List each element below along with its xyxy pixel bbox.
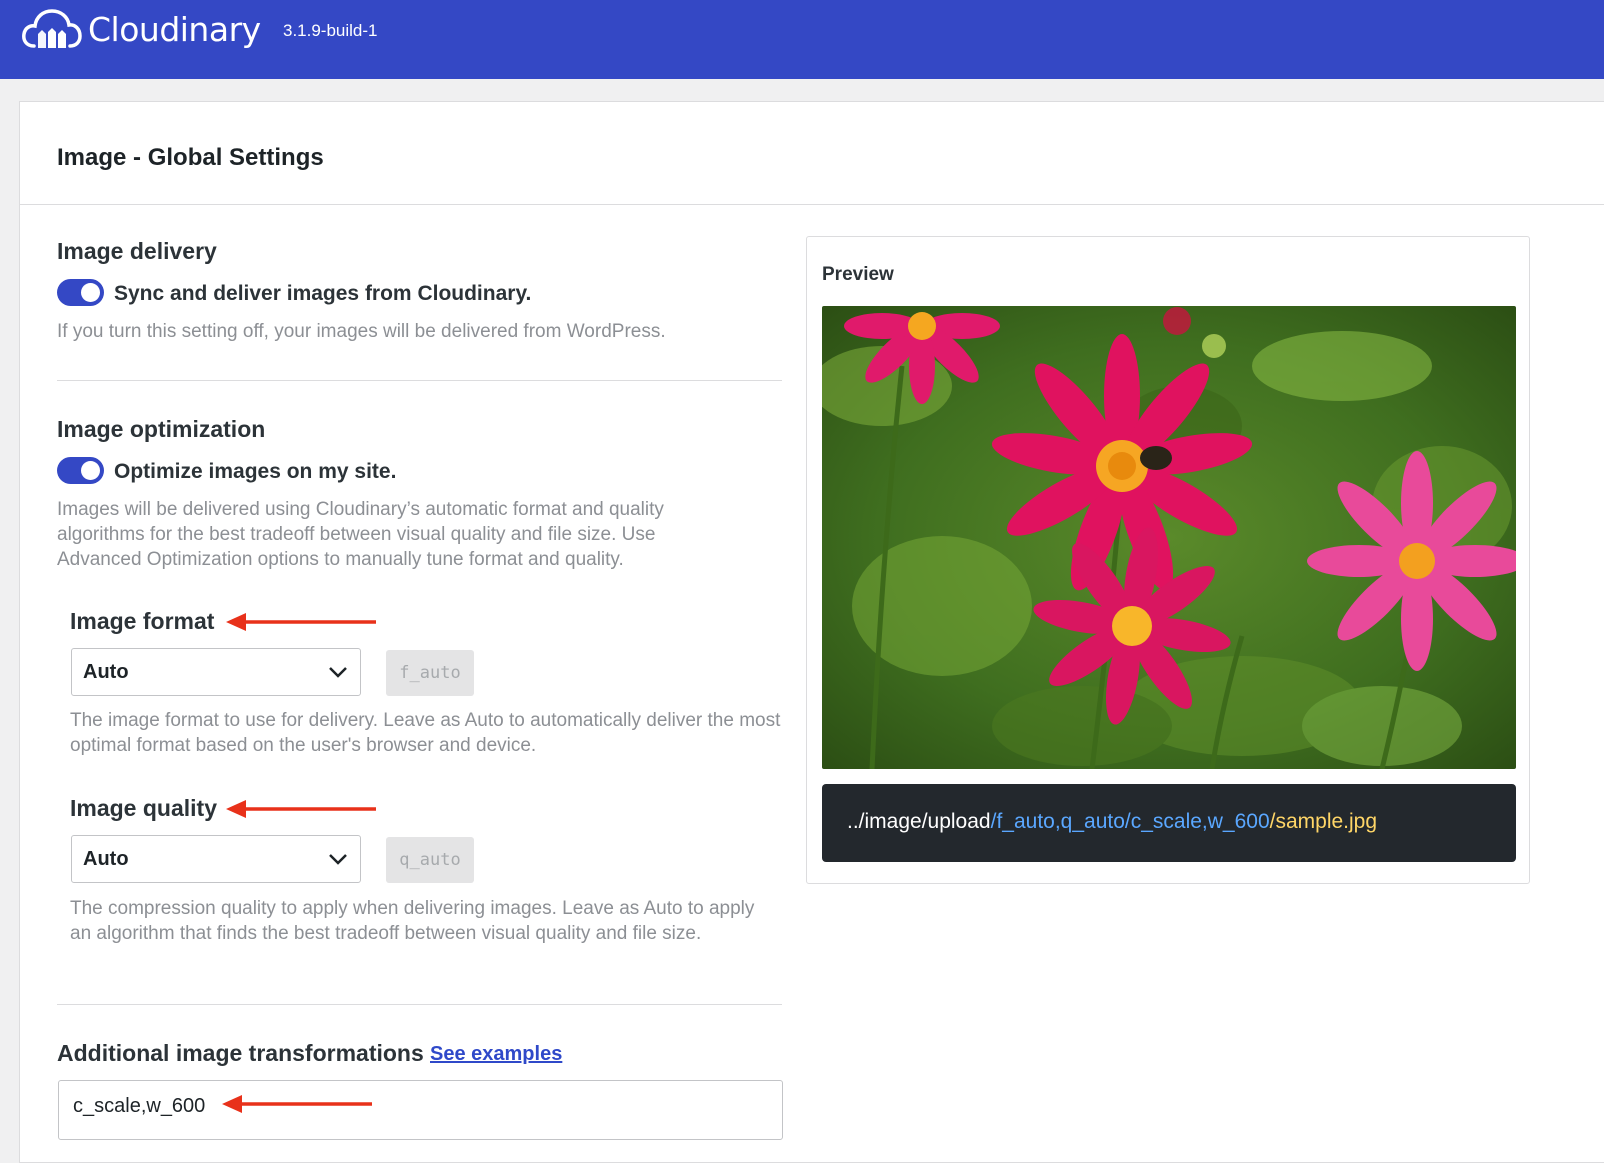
image-optimization-heading: Image optimization [57,416,266,442]
image-delivery-heading: Image delivery [57,238,217,264]
annotation-arrow-icon [226,613,376,631]
image-format-select[interactable]: Auto [71,648,361,696]
additional-transformations-heading: Additional image transformations [57,1040,424,1066]
toggle-knob [81,283,100,302]
image-delivery-toggle[interactable] [57,279,104,306]
toggle-knob [81,461,100,480]
url-filename: /sample.jpg [1269,810,1378,833]
page-title: Image - Global Settings [57,144,324,171]
image-format-description: The image format to use for delivery. Le… [70,710,781,756]
settings-card: Image - Global Settings Image delivery S… [19,101,1604,1163]
image-format-selected: Auto [83,661,129,683]
section-divider [57,380,782,381]
preview-title: Preview [822,264,894,285]
see-examples-link[interactable]: See examples [430,1043,562,1066]
image-optimization-toggle[interactable] [57,457,104,484]
brand-logo: Cloudinary [22,6,261,50]
cloud-logo-icon [22,9,82,48]
additional-transformations-value: c_scale,w_600 [73,1095,206,1117]
flower-photo [822,306,1516,769]
image-optimization-toggle-label: Optimize images on my site. [114,460,397,483]
additional-transformations-input[interactable]: c_scale,w_600 [58,1080,783,1140]
annotation-arrow-icon [222,1095,372,1113]
image-delivery-description: If you turn this setting off, your image… [57,321,666,342]
image-quality-heading: Image quality [70,795,217,821]
image-quality-selected: Auto [83,848,129,870]
chevron-down-icon [329,854,347,865]
url-base: ../image/upload [847,810,991,833]
preview-url: ../image/upload/f_auto,q_auto/c_scale,w_… [847,810,1377,834]
url-transformations: /f_auto,q_auto/c_scale,w_600 [990,810,1270,833]
preview-panel: Preview ../image/upload/f_auto,q_auto/c_… [806,236,1530,884]
section-divider [57,1004,782,1005]
image-format-heading: Image format [70,608,215,634]
image-quality-select[interactable]: Auto [71,835,361,883]
top-bar: Cloudinary 3.1.9-build-1 [0,0,1604,79]
brand-name: Cloudinary [88,10,261,49]
version-label: 3.1.9-build-1 [283,21,378,40]
image-quality-code: q_auto [386,837,474,883]
image-quality-description: The compression quality to apply when de… [70,898,755,944]
chevron-down-icon [329,667,347,678]
image-delivery-toggle-label: Sync and deliver images from Cloudinary. [114,282,532,305]
card-header: Image - Global Settings [20,102,1604,205]
image-format-code: f_auto [386,650,474,696]
preview-image [822,306,1516,769]
annotation-arrow-icon [226,800,376,818]
image-optimization-description: Images will be delivered using Cloudinar… [57,499,664,570]
preview-url-bar: ../image/upload/f_auto,q_auto/c_scale,w_… [822,784,1516,862]
